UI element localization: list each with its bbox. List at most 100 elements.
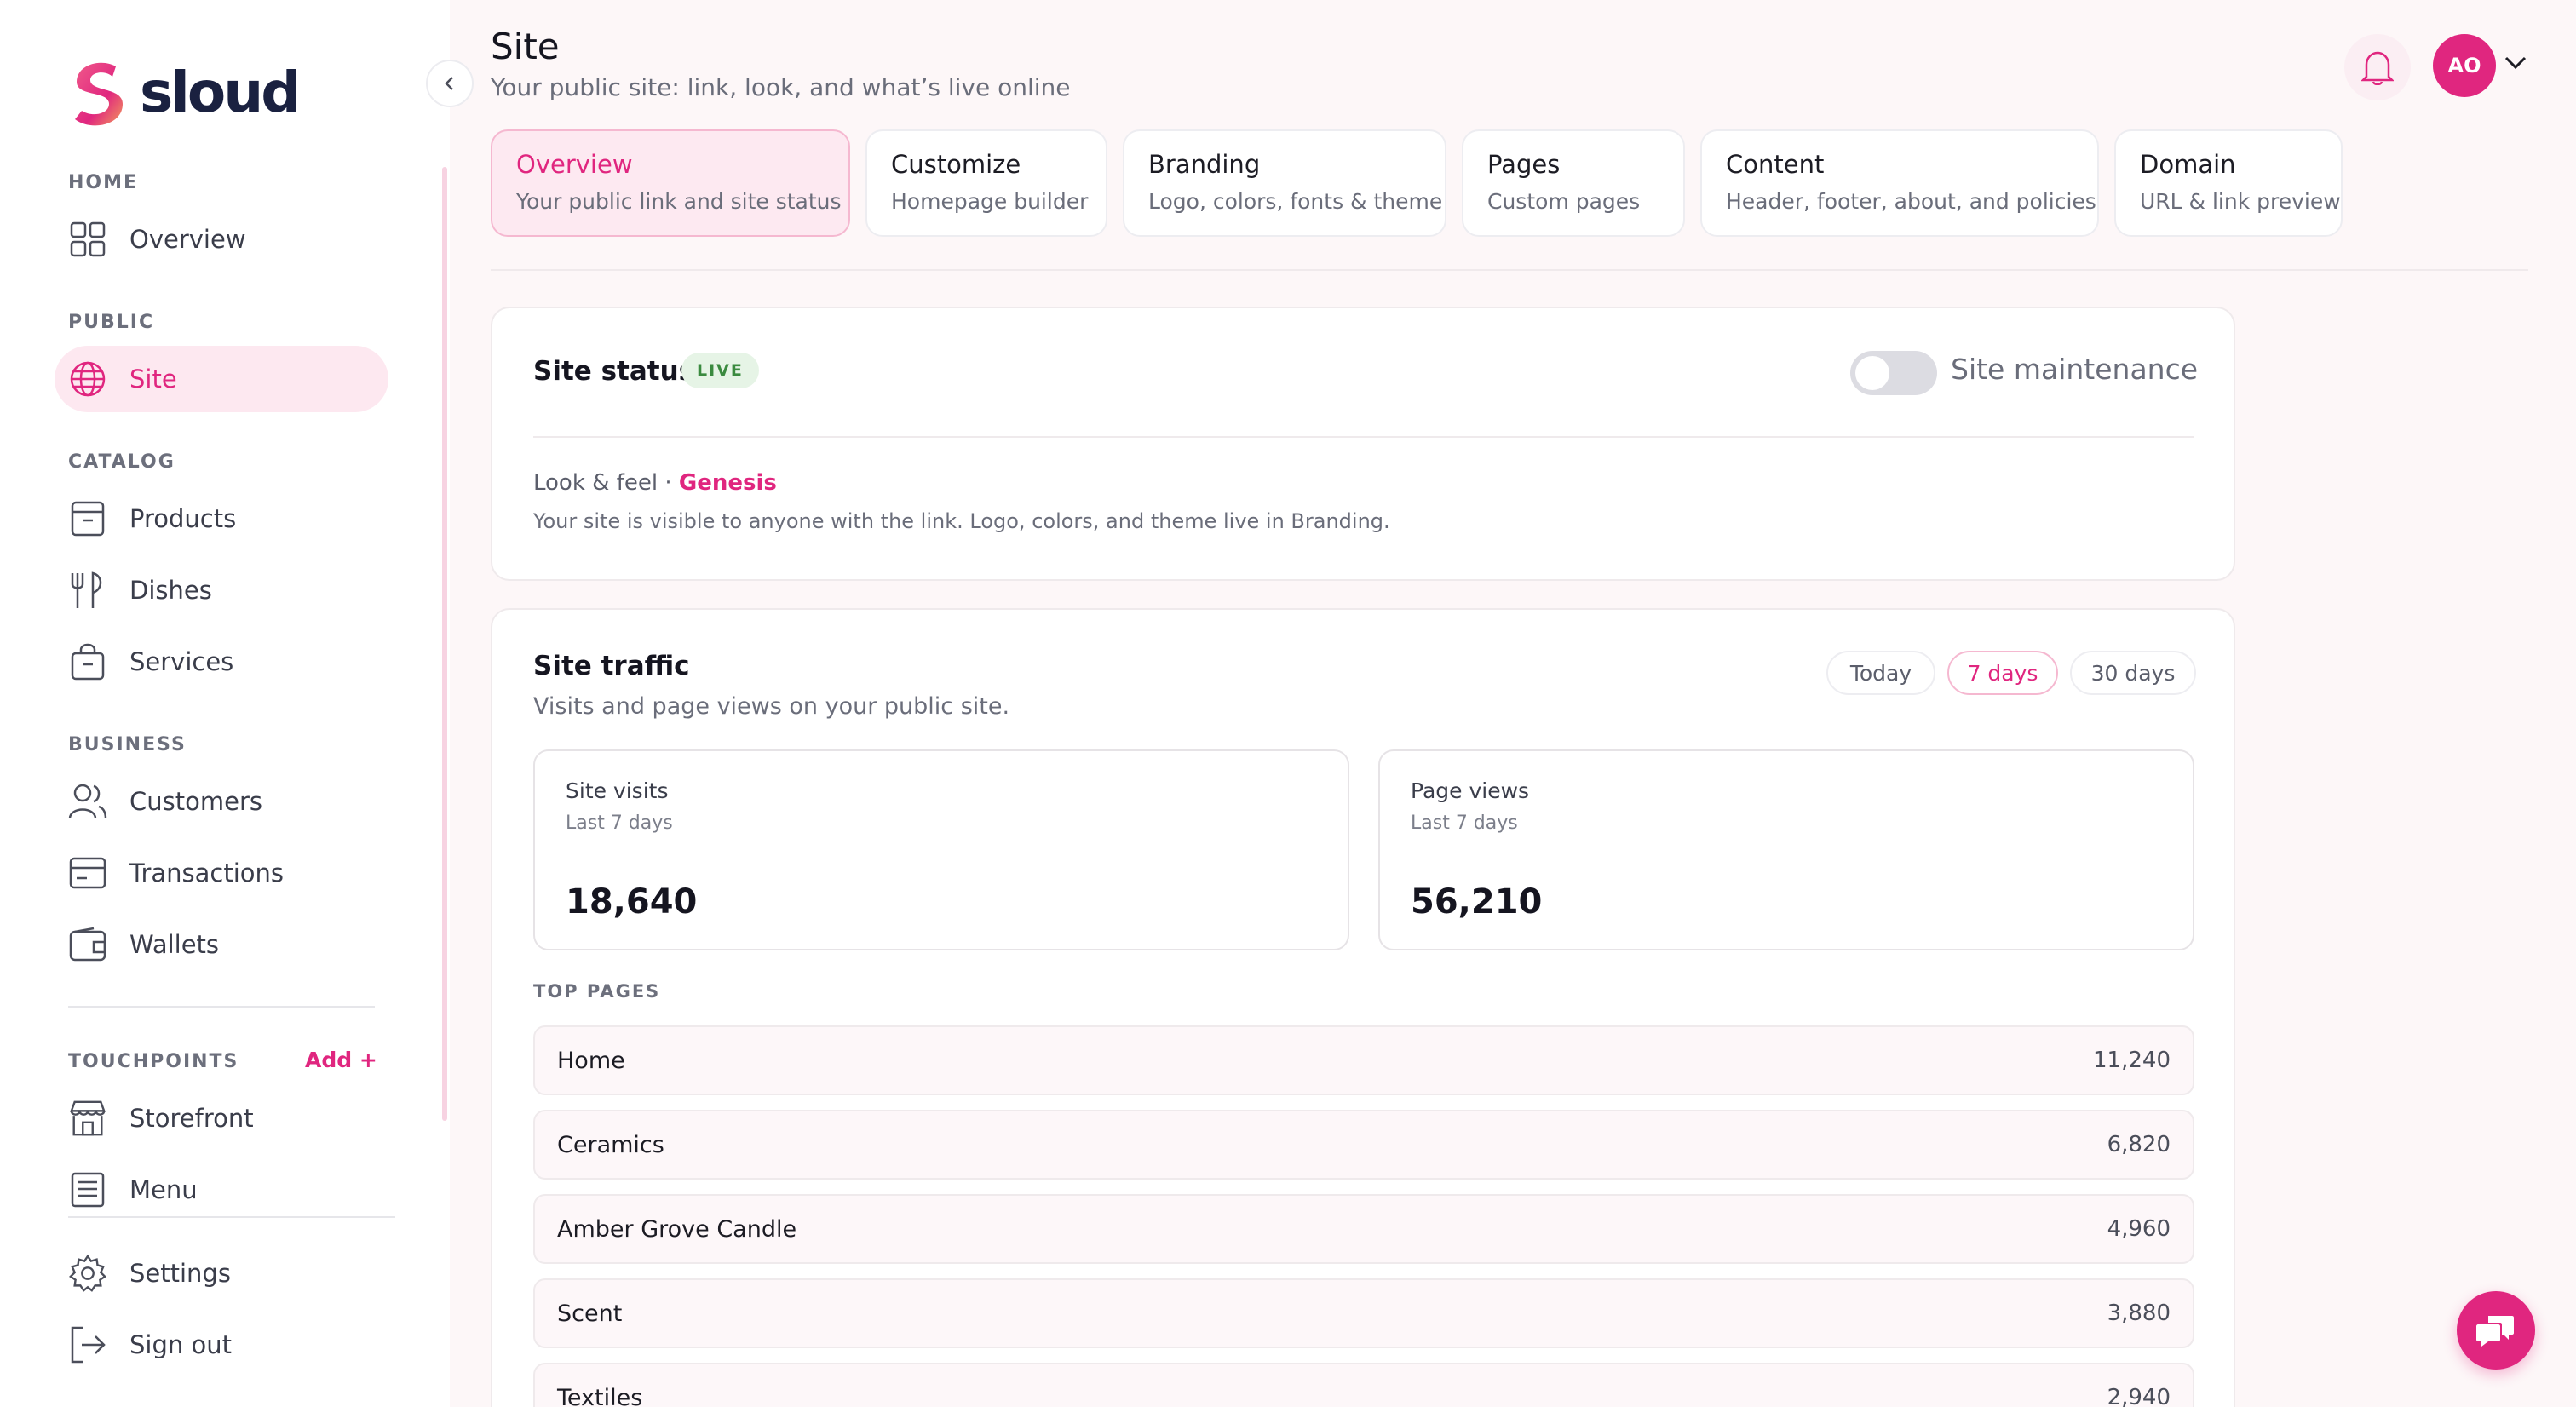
credit-card-icon	[68, 853, 107, 893]
tab-customize[interactable]: Customize Homepage builder	[865, 129, 1107, 237]
page-name: Home	[557, 1047, 625, 1074]
box-icon	[68, 499, 107, 538]
sidebar-item-products[interactable]: Products	[55, 485, 388, 552]
sidebar-item-label: Storefront	[129, 1104, 254, 1133]
stat-label: Site visits	[566, 778, 669, 803]
top-page-row[interactable]: Amber Grove Candle 4,960	[533, 1194, 2194, 1264]
top-page-row[interactable]: Home 11,240	[533, 1025, 2194, 1095]
maintenance-toggle[interactable]	[1850, 351, 1937, 395]
stat-period: Last 7 days	[1411, 813, 1518, 834]
brand-logo[interactable]: sloud	[66, 58, 301, 128]
toggle-knob	[1855, 356, 1889, 390]
look-and-feel-label: Look & feel ·	[533, 470, 679, 496]
section-home: HOME	[68, 172, 139, 193]
maintenance-label: Site maintenance	[1951, 353, 2199, 386]
page-count: 4,960	[2107, 1216, 2171, 1242]
logo-icon	[75, 62, 123, 126]
chevron-left-icon	[445, 77, 453, 90]
stat-value: 56,210	[1411, 882, 1543, 922]
tab-domain[interactable]: Domain URL & link preview	[2114, 129, 2343, 237]
sidebar-item-customers[interactable]: Customers	[55, 768, 388, 835]
top-page-row[interactable]: Scent 3,880	[533, 1278, 2194, 1348]
site-visits-stat: Site visits Last 7 days 18,640	[533, 749, 1349, 950]
tabs-divider	[491, 269, 2528, 271]
site-visibility-text: Your site is visible to anyone with the …	[533, 509, 1390, 533]
tab-title: Branding	[1148, 150, 1261, 179]
tab-title: Customize	[891, 150, 1021, 179]
page-name: Scent	[557, 1300, 623, 1327]
site-traffic-subtitle: Visits and page views on your public sit…	[533, 693, 1010, 720]
sidebar-item-label: Menu	[129, 1175, 198, 1204]
sidebar-divider	[68, 1216, 395, 1218]
sidebar-item-signout[interactable]: Sign out	[55, 1312, 388, 1378]
page-count: 3,880	[2107, 1301, 2171, 1326]
utensils-icon	[68, 571, 107, 610]
theme-name-link[interactable]: Genesis	[679, 470, 777, 496]
wallet-icon	[68, 925, 107, 964]
tab-subtitle: URL & link preview	[2140, 189, 2341, 214]
shopping-bag-icon	[68, 642, 107, 681]
site-traffic-card: Site traffic Visits and page views on yo…	[491, 608, 2235, 1407]
sidebar-item-overview[interactable]: Overview	[55, 206, 388, 273]
sidebar-item-settings[interactable]: Settings	[55, 1240, 388, 1306]
collapse-sidebar-button[interactable]	[426, 60, 474, 107]
site-traffic-title: Site traffic	[533, 651, 690, 681]
sidebar-item-menu[interactable]: Menu	[55, 1157, 388, 1223]
tab-title: Pages	[1487, 150, 1561, 179]
sidebar-item-wallets[interactable]: Wallets	[55, 911, 388, 978]
top-page-row[interactable]: Ceramics 6,820	[533, 1110, 2194, 1180]
chevron-down-icon[interactable]	[2503, 49, 2528, 75]
status-badge: LIVE	[681, 353, 759, 388]
sidebar-divider	[68, 1006, 375, 1008]
tab-pages[interactable]: Pages Custom pages	[1462, 129, 1685, 237]
sidebar-item-storefront[interactable]: Storefront	[55, 1085, 388, 1151]
page-title: Site	[491, 26, 560, 67]
stat-period: Last 7 days	[566, 813, 673, 834]
page-subtitle: Your public site: link, look, and what’s…	[491, 73, 1071, 101]
globe-icon	[68, 359, 107, 399]
top-page-row[interactable]: Textiles 2,940	[533, 1363, 2194, 1407]
sidebar-item-transactions[interactable]: Transactions	[55, 840, 388, 906]
stat-label: Page views	[1411, 778, 1530, 803]
tab-subtitle: Your public link and site status	[516, 189, 842, 214]
range-7days-button[interactable]: 7 days	[1947, 651, 2058, 695]
look-and-feel: Look & feel · Genesis	[533, 470, 777, 496]
avatar[interactable]: AO	[2433, 34, 2496, 97]
store-icon	[68, 1099, 107, 1138]
sidebar-item-label: Wallets	[129, 930, 220, 959]
page-views-stat: Page views Last 7 days 56,210	[1378, 749, 2194, 950]
section-catalog: CATALOG	[68, 451, 175, 473]
tab-title: Content	[1726, 150, 1825, 179]
tab-title: Overview	[516, 150, 633, 179]
users-icon	[68, 782, 107, 821]
sidebar-item-dishes[interactable]: Dishes	[55, 557, 388, 623]
site-status-card: Site status LIVE Site maintenance Look &…	[491, 307, 2235, 581]
chat-icon	[2476, 1316, 2514, 1347]
sidebar-item-label: Overview	[129, 225, 246, 254]
bell-icon	[2361, 51, 2394, 85]
tab-content[interactable]: Content Header, footer, about, and polic…	[1700, 129, 2099, 237]
top-pages-label: TOP PAGES	[533, 981, 661, 1002]
page-count: 2,940	[2107, 1385, 2171, 1407]
section-public: PUBLIC	[68, 312, 155, 333]
tab-overview[interactable]: Overview Your public link and site statu…	[491, 129, 850, 237]
sidebar-item-site[interactable]: Site	[55, 346, 388, 412]
tab-subtitle: Header, footer, about, and policies	[1726, 189, 2096, 214]
gear-icon	[68, 1254, 107, 1293]
tab-subtitle: Homepage builder	[891, 189, 1089, 214]
range-30days-button[interactable]: 30 days	[2070, 651, 2196, 695]
notifications-button[interactable]	[2344, 34, 2411, 100]
menu-list-icon	[68, 1170, 107, 1209]
page-name: Ceramics	[557, 1131, 664, 1158]
tab-branding[interactable]: Branding Logo, colors, fonts & theme	[1123, 129, 1446, 237]
grid-icon	[68, 220, 107, 259]
sidebar-item-label: Services	[129, 647, 234, 676]
range-today-button[interactable]: Today	[1826, 651, 1935, 695]
chat-support-button[interactable]	[2457, 1291, 2535, 1370]
add-touchpoint-button[interactable]: Add +	[305, 1048, 377, 1072]
sign-out-icon	[68, 1325, 107, 1364]
section-touchpoints: TOUCHPOINTS	[68, 1051, 239, 1072]
sidebar-item-services[interactable]: Services	[55, 629, 388, 695]
sidebar-scrollbar[interactable]	[442, 167, 447, 1121]
sidebar-item-label: Products	[129, 504, 237, 533]
